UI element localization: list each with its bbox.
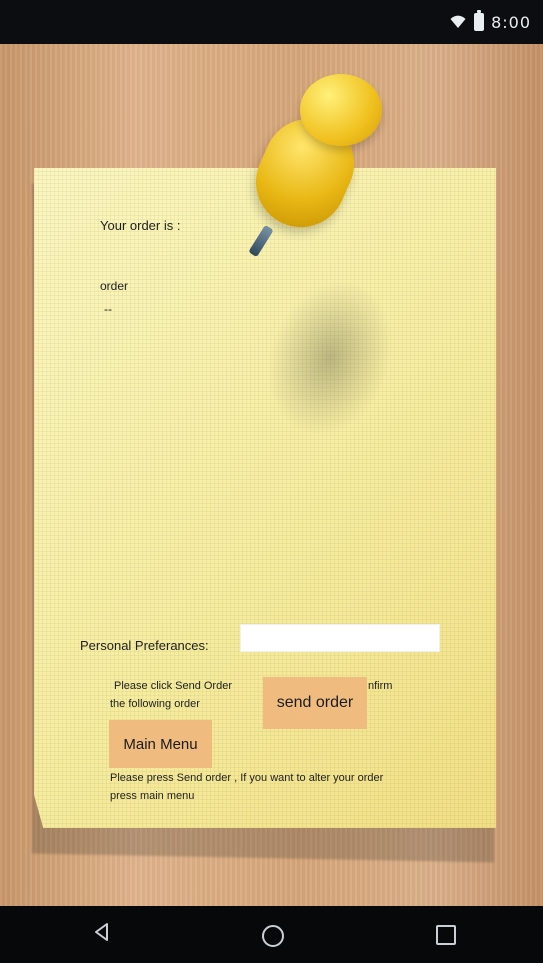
- alter-instruction-line2: press main menu: [110, 790, 195, 802]
- recents-icon[interactable]: [436, 925, 456, 945]
- main-menu-button[interactable]: Main Menu: [109, 720, 212, 768]
- send-instruction-line1: Please click Send Order: [114, 680, 232, 692]
- clock: 8:00: [491, 12, 531, 32]
- order-label: order: [100, 279, 129, 293]
- preferences-input[interactable]: [240, 624, 440, 652]
- home-icon[interactable]: [262, 925, 284, 947]
- status-bar: 8:00: [0, 0, 543, 44]
- preferences-label: Personal Preferances:: [80, 638, 209, 653]
- back-icon[interactable]: [92, 922, 112, 942]
- alter-instruction-line1: Please press Send order , If you want to…: [110, 772, 384, 784]
- send-instruction-line2: the following order: [110, 698, 200, 710]
- order-value: --: [104, 302, 112, 316]
- wifi-icon: [450, 15, 466, 28]
- phone-screen: 8:00 Your order is : order -- Personal P…: [0, 0, 543, 963]
- send-order-button[interactable]: send order: [263, 677, 367, 729]
- sticky-note: [34, 168, 496, 828]
- battery-icon: [474, 10, 485, 31]
- order-header: Your order is :: [100, 218, 181, 233]
- status-icons: 8:00: [449, 10, 531, 32]
- pushpin-top: [300, 74, 382, 146]
- send-instruction-line1-end: nfirm: [368, 680, 393, 692]
